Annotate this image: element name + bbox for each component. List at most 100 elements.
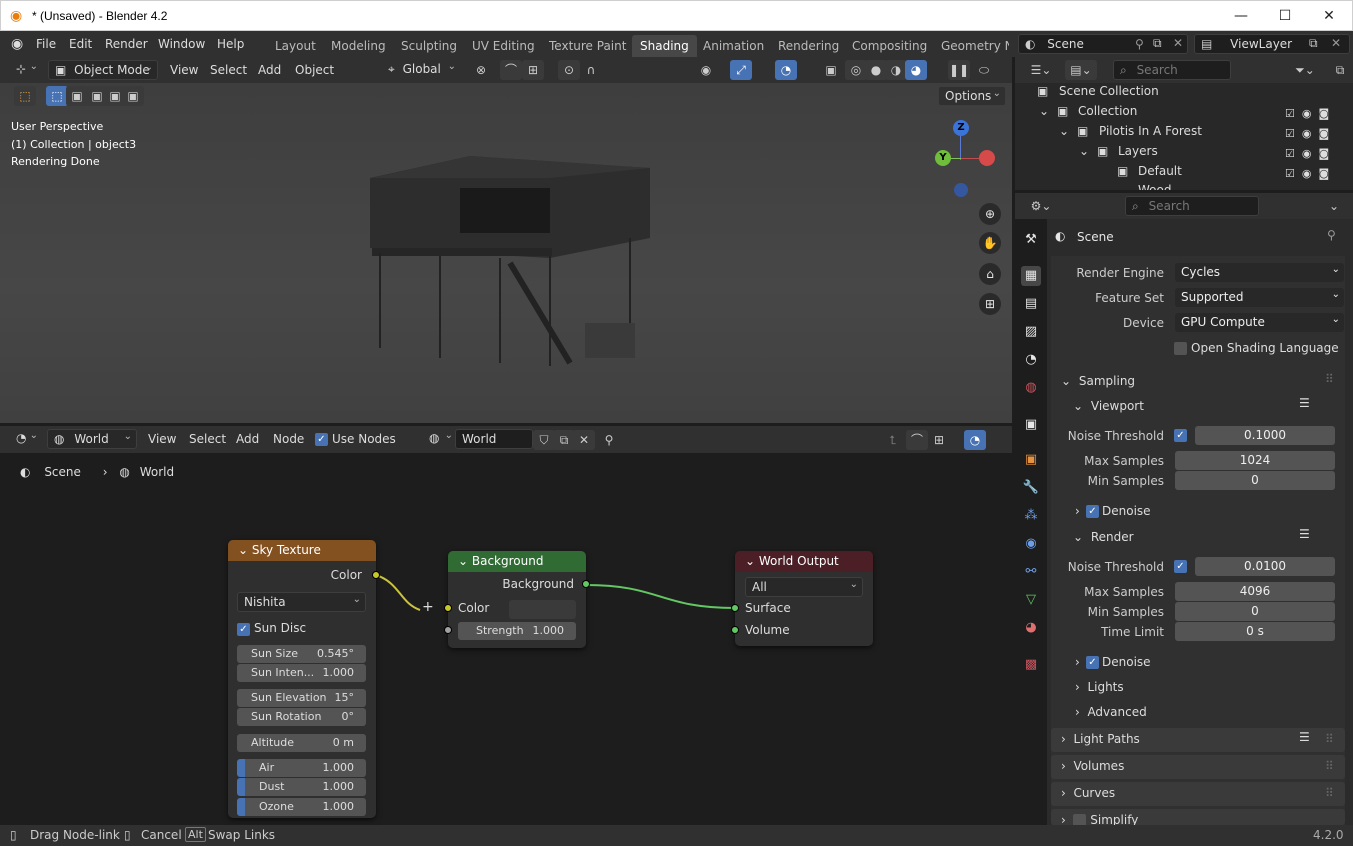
r-max-samples-field[interactable]: 4096 — [1175, 582, 1335, 601]
gizmo-z-axis[interactable]: Z — [953, 120, 969, 136]
render-subpanel-header[interactable]: ⌄ Render — [1073, 530, 1134, 544]
exclude-checkbox[interactable]: ☑ — [1285, 127, 1295, 140]
gizmo-neg-z-axis[interactable] — [954, 183, 968, 197]
scene-tab-icon[interactable]: ◔ — [1021, 350, 1041, 370]
pause-render-icon[interactable]: ❚❚ — [948, 60, 970, 80]
wireframe-shading-icon[interactable]: ◎ — [845, 60, 867, 80]
close-button[interactable]: ✕ — [1317, 6, 1341, 26]
camera-icon[interactable]: ◙ — [1318, 107, 1329, 120]
tab-uv-editing[interactable]: UV Editing — [464, 35, 543, 57]
outliner-layers[interactable]: Layers — [1118, 144, 1158, 158]
select-new-icon[interactable]: ⬚ — [46, 86, 68, 106]
expand-collection-icon[interactable]: ⌄ — [1039, 104, 1049, 118]
sun-disc-checkbox[interactable]: ✓ — [237, 623, 250, 636]
collection-tab-icon[interactable]: ▣ — [1021, 415, 1041, 435]
dust-field[interactable]: Dust 1.000 — [237, 778, 366, 796]
properties-pin-icon[interactable]: ⚲ — [1327, 228, 1336, 242]
sky-texture-header[interactable]: ⌄ Sky Texture — [228, 540, 376, 561]
simplify-panel[interactable]: › Simplify — [1051, 809, 1345, 825]
volume-input-socket[interactable] — [731, 626, 739, 634]
shader-type-dropdown[interactable]: ◍ World ⌄ — [47, 429, 137, 449]
background-color-socket[interactable] — [444, 604, 452, 612]
drag-handle-icon[interactable]: ⠿ — [1325, 786, 1334, 800]
vp-denoise-header[interactable]: › — [1075, 504, 1080, 518]
sun-rotation-field[interactable]: Sun Rotation 0° — [237, 708, 366, 726]
collapse-icon[interactable]: ⌄ — [745, 554, 759, 568]
blender-menu-icon[interactable]: ◉ — [11, 36, 23, 52]
sky-type-dropdown[interactable]: Nishita ⌄ — [237, 592, 366, 612]
material-tab-icon[interactable]: ◕ — [1021, 618, 1041, 638]
sky-texture-node[interactable]: ⌄ Sky Texture Color Nishita ⌄ ✓ Sun Disc … — [228, 540, 380, 818]
modifier-tab-icon[interactable]: 🔧 — [1021, 478, 1041, 498]
texture-tab-icon[interactable]: ▩ — [1021, 655, 1041, 675]
pin-icon[interactable]: ⚲ — [1135, 37, 1144, 51]
tab-layout[interactable]: Layout — [267, 35, 324, 57]
constraints-tab-icon[interactable]: ⚯ — [1021, 562, 1041, 582]
render-engine-dropdown[interactable]: Cycles ⌄ — [1175, 263, 1344, 282]
surface-input-socket[interactable] — [731, 604, 739, 612]
fake-user-shield-icon[interactable]: ⛉ — [533, 430, 555, 450]
outliner-pilotis[interactable]: Pilotis In A Forest — [1099, 124, 1202, 138]
r-denoise-checkbox[interactable]: ✓ — [1086, 656, 1099, 669]
sky-color-output-socket[interactable] — [372, 571, 380, 579]
device-dropdown[interactable]: GPU Compute ⌄ — [1175, 313, 1344, 332]
maximize-button[interactable]: ☐ — [1273, 6, 1297, 26]
outliner-collection[interactable]: Collection — [1078, 104, 1137, 118]
viewport-menu-select[interactable]: Select — [210, 63, 247, 77]
background-color-swatch[interactable] — [509, 600, 576, 619]
properties-options-icon[interactable]: ⌄ — [1323, 196, 1345, 216]
background-output-socket[interactable] — [582, 580, 590, 588]
background-header[interactable]: ⌄ Background — [448, 551, 586, 572]
exclude-checkbox[interactable]: ☑ — [1285, 167, 1295, 180]
visibility-icon[interactable]: ◉ — [695, 60, 717, 80]
viewport-subpanel-header[interactable]: ⌄ Viewport — [1073, 399, 1144, 413]
proportional-edit-icon[interactable]: ⊙ — [558, 60, 580, 80]
eye-icon[interactable]: ◉ — [1302, 127, 1312, 140]
eye-icon[interactable]: ◉ — [1302, 167, 1312, 180]
viewport-menu-object[interactable]: Object — [295, 63, 334, 77]
zoom-icon[interactable]: ⊕ — [979, 203, 1001, 225]
background-node[interactable]: ⌄ Background Background Color Strength 1.… — [444, 551, 590, 648]
drag-handle-icon[interactable]: ⠿ — [1325, 759, 1334, 773]
osl-checkbox[interactable] — [1174, 342, 1187, 355]
viewport-menu-add[interactable]: Add — [258, 63, 281, 77]
unlink-world-icon[interactable]: ✕ — [573, 430, 595, 450]
sun-size-field[interactable]: Sun Size 0.545° — [237, 645, 366, 663]
background-strength-socket[interactable] — [444, 626, 452, 634]
light-paths-panel[interactable]: › Light Paths ☰ ⠿ — [1051, 728, 1345, 752]
gizmo-toggle-icon[interactable]: ⤢ — [730, 60, 752, 80]
properties-editor-type[interactable]: ⚙⌄ — [1025, 196, 1057, 216]
vp-min-samples-field[interactable]: 0 — [1175, 471, 1335, 490]
render-tab-icon[interactable]: ▦ — [1021, 266, 1041, 286]
new-collection-icon[interactable]: ⧉ — [1329, 60, 1351, 80]
output-tab-icon[interactable]: ▤ — [1021, 294, 1041, 314]
editor-type-viewport[interactable]: ⊹ ⌄ — [10, 60, 42, 80]
r-noise-threshold-field[interactable]: 0.0100 — [1195, 557, 1335, 576]
gizmo-y-axis[interactable]: Y — [935, 150, 951, 166]
world-output-header[interactable]: ⌄ World Output — [735, 551, 873, 572]
material-shading-icon[interactable]: ◑ — [885, 60, 907, 80]
tab-texture-paint[interactable]: Texture Paint — [541, 35, 634, 57]
gizmo-x-axis[interactable] — [979, 150, 995, 166]
tab-modeling[interactable]: Modeling — [323, 35, 394, 57]
tab-animation[interactable]: Animation — [695, 35, 772, 57]
sun-intensity-field[interactable]: Sun Inten... 1.000 — [237, 664, 366, 682]
advanced-subpanel[interactable]: › Advanced — [1075, 705, 1147, 719]
new-world-icon[interactable]: ⧉ — [553, 430, 575, 450]
menu-file[interactable]: File — [36, 37, 56, 51]
camera-view-icon[interactable]: ⌂ — [979, 263, 1001, 285]
curves-panel[interactable]: › Curves ⠿ — [1051, 782, 1345, 806]
air-field[interactable]: Air 1.000 — [237, 759, 366, 777]
light-paths-presets-icon[interactable]: ☰ — [1299, 730, 1310, 744]
outliner-default[interactable]: Default — [1138, 164, 1182, 178]
view-layer-tab-icon[interactable]: ▨ — [1021, 322, 1041, 342]
r-min-samples-field[interactable]: 0 — [1175, 602, 1335, 621]
tab-rendering[interactable]: Rendering — [770, 35, 847, 57]
collapse-icon[interactable]: ⌄ — [238, 543, 252, 557]
rendered-shading-icon[interactable]: ◕ — [905, 60, 927, 80]
simplify-checkbox[interactable] — [1073, 814, 1087, 825]
data-tab-icon[interactable]: ▽ — [1021, 590, 1041, 610]
transform-orientation[interactable]: ⌖ Global ⌄ — [382, 60, 460, 80]
sampling-header[interactable]: ⌄ Sampling — [1061, 374, 1135, 388]
lights-subpanel[interactable]: › Lights — [1075, 680, 1124, 694]
